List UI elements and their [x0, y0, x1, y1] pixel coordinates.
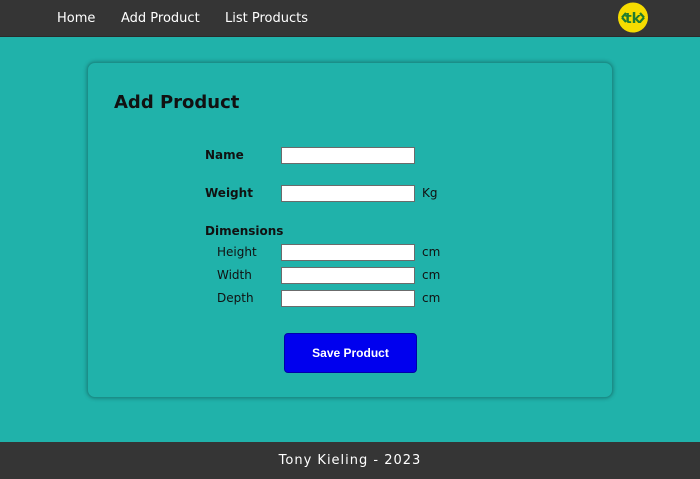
width-unit: cm	[422, 268, 441, 282]
width-label: Width	[217, 268, 252, 282]
navbar: Home Add Product List Products tk	[0, 0, 700, 37]
weight-label: Weight	[205, 186, 253, 200]
height-unit: cm	[422, 245, 441, 259]
add-product-card: Add Product Name Weight Kg Dimensions He…	[87, 62, 613, 398]
name-label: Name	[205, 148, 244, 162]
nav-list-products-link[interactable]: List Products	[225, 10, 308, 28]
footer-credit: Tony Kieling - 2023	[278, 453, 422, 468]
name-input[interactable]	[281, 147, 415, 164]
height-label: Height	[217, 245, 257, 259]
save-product-button[interactable]: Save Product	[284, 333, 417, 373]
nav-home-link[interactable]: Home	[57, 10, 95, 28]
weight-input[interactable]	[281, 185, 415, 202]
dimensions-label: Dimensions	[205, 224, 284, 238]
height-input[interactable]	[281, 244, 415, 261]
depth-unit: cm	[422, 291, 441, 305]
depth-input[interactable]	[281, 290, 415, 307]
weight-unit: Kg	[422, 186, 438, 200]
logo-icon[interactable]: tk	[617, 2, 649, 33]
nav-add-product-link[interactable]: Add Product	[121, 10, 200, 28]
depth-label: Depth	[217, 291, 254, 305]
logo-text: tk	[625, 11, 642, 27]
width-input[interactable]	[281, 267, 415, 284]
page-title: Add Product	[114, 92, 240, 113]
footer: Tony Kieling - 2023	[0, 442, 700, 479]
